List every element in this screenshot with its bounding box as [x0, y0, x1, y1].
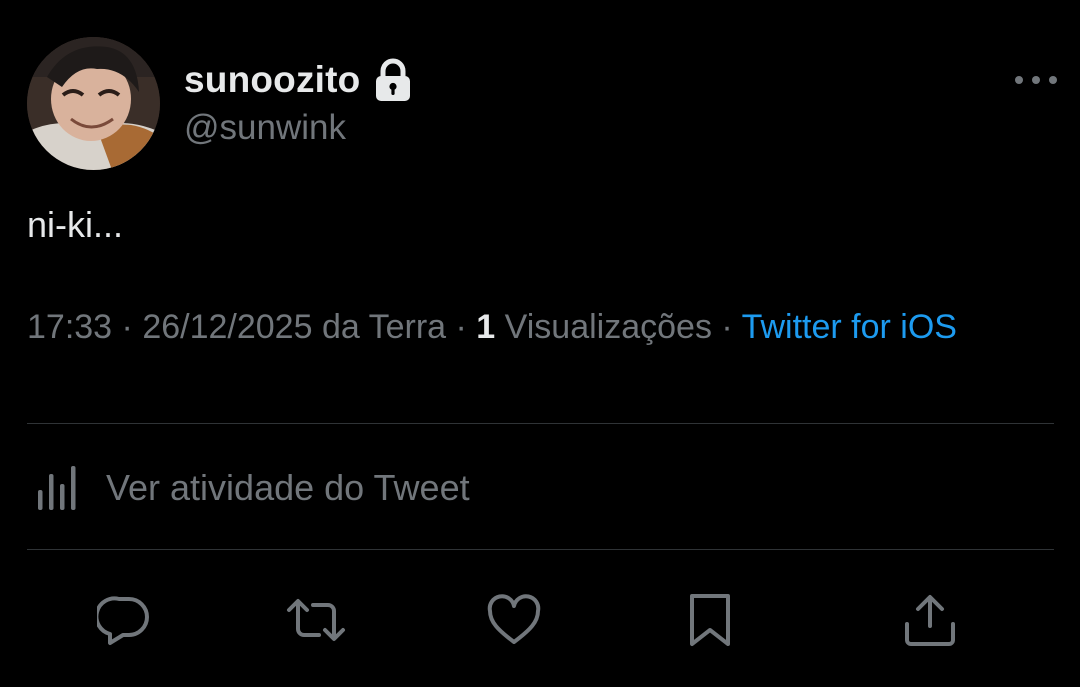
- more-dot: [1032, 76, 1040, 84]
- display-name[interactable]: sunoozito: [184, 59, 360, 101]
- view-tweet-activity[interactable]: Ver atividade do Tweet: [36, 462, 470, 514]
- more-horizontal-icon[interactable]: [1015, 66, 1057, 94]
- share-icon: [902, 592, 958, 648]
- views-count: 1: [476, 308, 496, 346]
- divider: [27, 549, 1054, 550]
- tweet-source-link[interactable]: Twitter for iOS: [742, 308, 957, 346]
- tweet-text: ni-ki...: [27, 204, 124, 245]
- divider: [27, 423, 1054, 424]
- avatar-image: [27, 37, 160, 170]
- tweet-date: 26/12/2025 da Terra: [142, 308, 447, 346]
- more-dot: [1015, 76, 1023, 84]
- lock-icon: [374, 58, 412, 102]
- reply-icon: [97, 593, 151, 647]
- bookmark-button[interactable]: [682, 592, 738, 648]
- retweet-icon: [285, 593, 347, 647]
- more-dot: [1049, 76, 1057, 84]
- meta-separator: ·: [121, 308, 133, 346]
- views-label: Visualizações: [504, 308, 712, 346]
- reply-button[interactable]: [96, 592, 152, 648]
- avatar[interactable]: [27, 37, 160, 170]
- bar-chart-icon: [36, 464, 82, 512]
- like-button[interactable]: [486, 592, 542, 648]
- author-name-row[interactable]: sunoozito: [184, 56, 412, 104]
- bookmark-icon: [686, 592, 734, 648]
- like-icon: [486, 594, 542, 646]
- tweet-meta: 17:33 · 26/12/2025 da Terra · 1 Visualiz…: [27, 304, 1037, 350]
- retweet-button[interactable]: [285, 592, 347, 648]
- tweet-time: 17:33: [27, 308, 113, 346]
- activity-label: Ver atividade do Tweet: [106, 467, 470, 508]
- share-button[interactable]: [902, 592, 958, 648]
- author-handle[interactable]: @sunwink: [184, 108, 346, 148]
- meta-separator: ·: [455, 308, 467, 346]
- meta-separator: ·: [721, 308, 733, 346]
